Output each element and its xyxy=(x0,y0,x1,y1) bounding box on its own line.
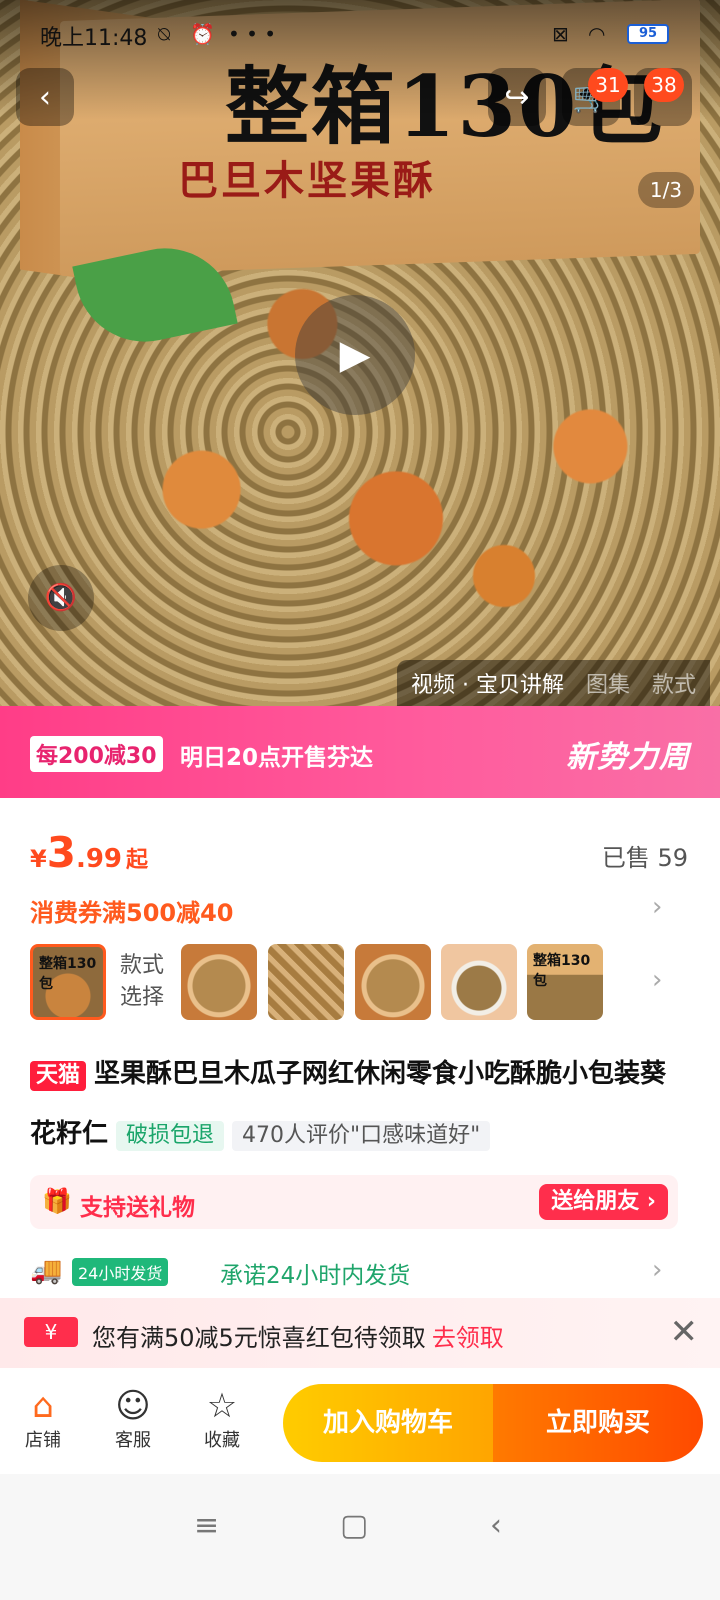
share-button[interactable]: ↪ xyxy=(488,68,546,126)
promo-discount-tag: 每200减30 xyxy=(30,736,163,772)
notification-dots-icon: • • • xyxy=(228,22,277,46)
store-label: 店铺 xyxy=(25,1430,61,1451)
star-icon: ☆ xyxy=(206,1386,238,1426)
red-packet-bar[interactable]: ¥ 您有满50减5元惊喜红包待领取 去领取 ✕ xyxy=(0,1298,720,1368)
variant-thumb-4[interactable] xyxy=(355,944,431,1020)
price-currency: ¥ xyxy=(30,845,47,873)
variant-label-line2: 选择 xyxy=(120,985,165,1010)
sim-icon: ⊠ xyxy=(552,22,569,46)
gift-text: 支持送礼物 xyxy=(80,1195,195,1221)
status-bar: 晚上11:48 ⍉ ⏰ • • • ⊠ ◠ 95 xyxy=(0,0,720,68)
variant-thumb-label: 整箱130包 xyxy=(39,956,97,992)
mute-button[interactable]: 🔇 xyxy=(28,565,94,631)
truck-icon: 🚚 xyxy=(30,1256,63,1286)
chat-face-icon: ☺ xyxy=(115,1386,151,1426)
tab-gallery[interactable]: 图集 xyxy=(586,667,630,699)
wifi-icon: ◠ xyxy=(588,22,606,46)
image-counter: 1/3 xyxy=(638,172,694,208)
message-badge: 38 xyxy=(644,68,684,102)
price: ¥3.99 起 xyxy=(30,828,148,877)
close-icon[interactable]: ✕ xyxy=(670,1312,699,1352)
service-label: 客服 xyxy=(115,1430,151,1451)
promo-brand-logo: 新势力周 xyxy=(566,740,690,775)
battery-icon: 95 xyxy=(627,24,669,44)
promo-text: 明日20点开售芬达 xyxy=(180,745,374,771)
gift-icon: 🎁 xyxy=(42,1187,72,1215)
variant-label-line1: 款式 xyxy=(120,953,165,978)
price-suffix: 起 xyxy=(126,848,149,873)
favorite-button[interactable]: ☆ 收藏 xyxy=(187,1386,257,1452)
promo-banner[interactable]: 每200减30 明日20点开售芬达 新势力周 xyxy=(0,706,720,798)
product-title: 天猫 坚果酥巴旦木瓜子网红休闲零食小吃酥脆小包装葵花籽仁 破损包退 470人评价"口感… xyxy=(30,1044,690,1164)
send-to-friend-button[interactable]: 送给朋友 › xyxy=(539,1184,668,1220)
home-icon[interactable]: ▢ xyxy=(340,1508,368,1543)
red-packet-text: 您有满50减5元惊喜红包待领取 去领取 xyxy=(92,1318,504,1353)
red-packet-icon: ¥ xyxy=(24,1317,78,1347)
variant-thumb-5[interactable] xyxy=(441,944,517,1020)
variant-thumb-6[interactable]: 整箱130包 xyxy=(527,944,603,1020)
alarm-icon: ⏰ xyxy=(190,22,215,46)
delivery-row[interactable]: 🚚 24小时发货 承诺24小时内发货 xyxy=(30,1252,690,1292)
speaker-muted-icon: 🔇 xyxy=(44,583,78,613)
price-decimal: .99 xyxy=(75,844,122,874)
delivery-promise: 承诺24小时内发货 xyxy=(220,1263,411,1289)
media-tabs: 视频 · 宝贝讲解 图集 款式 xyxy=(396,660,710,706)
bottom-action-bar: ⌂ 店铺 ☺ 客服 ☆ 收藏 加入购物车 立即购买 xyxy=(0,1368,720,1474)
system-nav-bar: ≡ ▢ ‹ xyxy=(0,1474,720,1600)
store-button[interactable]: ⌂ 店铺 xyxy=(8,1386,78,1452)
mute-notification-icon: ⍉ xyxy=(158,22,170,46)
customer-service-button[interactable]: ☺ 客服 xyxy=(98,1386,168,1452)
play-video-button[interactable]: ▶ xyxy=(295,295,415,415)
box-subtitle: 巴旦木坚果酥 xyxy=(178,157,436,204)
variant-thumb-label: 整箱130包 xyxy=(533,953,591,989)
fast-delivery-badge: 24小时发货 xyxy=(72,1258,169,1286)
coupon-row[interactable]: 消费券满500减40 xyxy=(30,893,234,928)
share-icon: ↪ xyxy=(504,79,530,115)
tab-video[interactable]: 视频 · 宝贝讲解 xyxy=(411,667,564,699)
status-time: 晚上11:48 xyxy=(40,26,148,51)
variant-thumb-2[interactable] xyxy=(181,944,257,1020)
variant-select-label[interactable]: 款式 选择 xyxy=(120,950,164,1014)
tab-variants[interactable]: 款式 xyxy=(652,667,696,699)
store-icon: ⌂ xyxy=(32,1386,54,1426)
chevron-left-icon: ‹ xyxy=(39,79,51,115)
menu-icon[interactable]: ≡ xyxy=(194,1508,219,1543)
back-nav-icon[interactable]: ‹ xyxy=(490,1508,502,1543)
play-icon: ▶ xyxy=(339,332,371,378)
sold-count: 已售 59 xyxy=(601,844,688,872)
chevron-right-icon[interactable]: › xyxy=(652,965,662,995)
chevron-right-icon[interactable]: › xyxy=(652,892,662,922)
favorite-label: 收藏 xyxy=(204,1430,240,1451)
buy-now-button[interactable]: 立即购买 xyxy=(493,1384,703,1462)
cart-badge: 31 xyxy=(588,68,628,102)
claim-link[interactable]: 去领取 xyxy=(432,1324,504,1352)
gift-row: 🎁 支持送礼物 送给朋友 › xyxy=(30,1175,678,1229)
review-summary-tag[interactable]: 470人评价"口感味道好" xyxy=(232,1121,491,1151)
variant-thumb-1[interactable]: 整箱130包 xyxy=(30,944,106,1020)
price-integer: 3 xyxy=(46,828,76,877)
variant-thumb-3[interactable] xyxy=(268,944,344,1020)
add-to-cart-button[interactable]: 加入购物车 xyxy=(283,1384,493,1462)
chevron-right-icon[interactable]: › xyxy=(652,1255,662,1285)
damage-refund-tag: 破损包退 xyxy=(116,1121,225,1151)
back-button[interactable]: ‹ xyxy=(16,68,74,126)
red-packet-message: 您有满50减5元惊喜红包待领取 xyxy=(92,1324,426,1352)
tmall-badge: 天猫 xyxy=(30,1061,87,1091)
